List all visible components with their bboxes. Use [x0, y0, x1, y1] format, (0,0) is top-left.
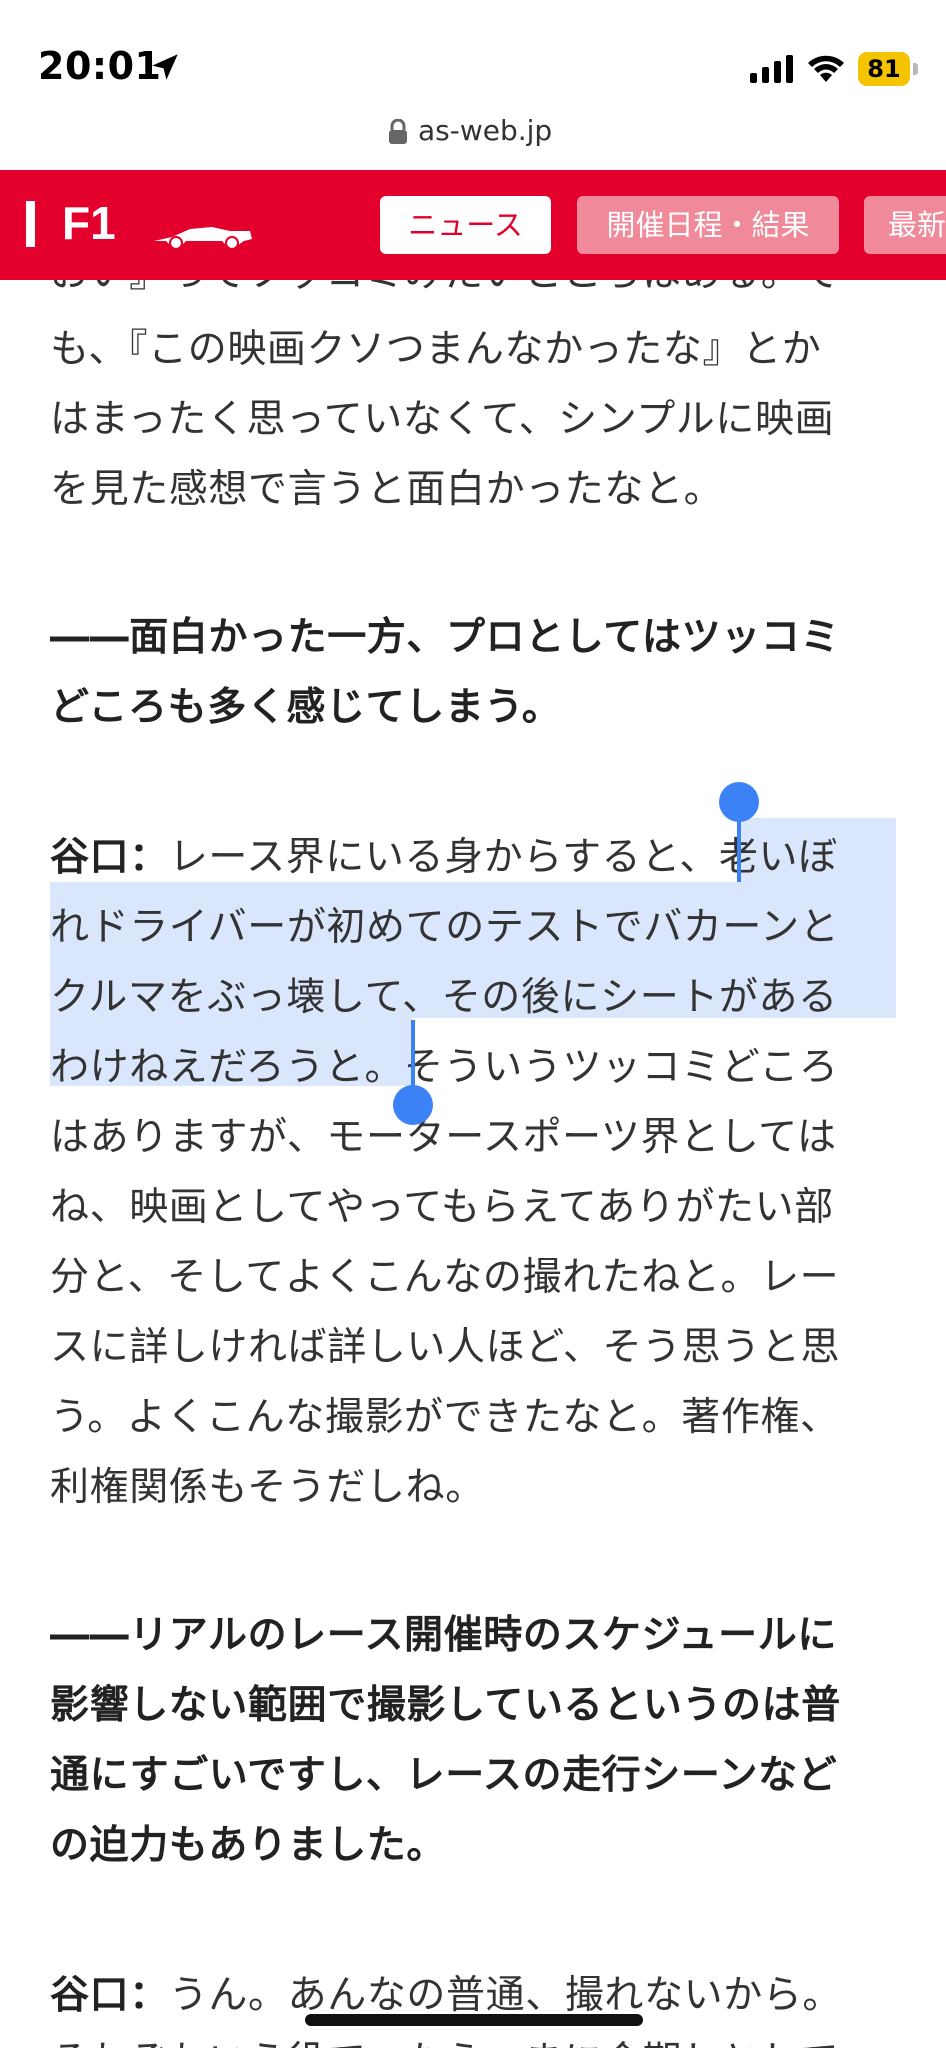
selection-end-handle[interactable]: [393, 1085, 433, 1125]
cellular-signal-icon: [750, 55, 793, 83]
home-indicator[interactable]: [305, 2014, 643, 2026]
location-arrow-icon: [152, 54, 178, 80]
url-domain[interactable]: as-web.jp: [418, 114, 552, 147]
interview-question: 影響しない範囲で撮影しているというのは普: [50, 1683, 841, 1728]
article-text-line: 谷口：うん。あんなの普通、撮れないから。: [50, 1973, 843, 2018]
article-text-line: 利権関係もそうだしね。: [50, 1465, 485, 1510]
article-text-line: スに詳しければ詳しい人ほど、そう思うと思: [50, 1325, 841, 1370]
article-text-line: はありますが、モータースポーツ界としては: [50, 1115, 837, 1160]
article-text-line: も、『この映画クソつまんなかったな』とか: [50, 327, 822, 372]
interview-question: 通にすごいですし、レースの走行シーンなど: [50, 1753, 838, 1798]
speaker-name: 谷口：: [50, 1973, 169, 2018]
battery-indicator: 81: [858, 52, 920, 86]
article-text-line: 分と、そしてよくこんなの撮れたねと。レー: [50, 1255, 840, 1300]
article-text-line: 谷口：レース界にいる身からすると、老いぼ: [50, 835, 838, 880]
site-header: F1 ニュース 開催日程・結果 最新: [0, 170, 946, 280]
interview-question: ――リアルのレース開催時のスケジュールに: [50, 1613, 837, 1658]
article-text-line[interactable]: わけねえだろうと。そういうツッコミどころ: [50, 1036, 839, 1092]
interview-question: どころも多く感じてしまう。: [50, 685, 562, 730]
article-text-line: はまったく思っていなくて、シンプルに映画: [50, 397, 835, 442]
tab-schedule-results[interactable]: 開催日程・結果: [577, 196, 839, 254]
interview-question: ――面白かった一方、プロとしてはツッコミ: [50, 615, 841, 660]
f1-car-icon: [154, 227, 252, 250]
article-text-line[interactable]: クルマをぶっ壊して、その後にシートがある: [50, 966, 838, 1022]
brand-logo[interactable]: F1: [62, 196, 116, 250]
wifi-icon: [808, 55, 844, 82]
battery-tip: [913, 63, 918, 75]
article-text-line[interactable]: れドライバーが初めてのテストでバカーンと: [50, 896, 839, 952]
lock-icon: [389, 119, 407, 144]
article-text-line: う。よくこんな撮影ができたなと。著作権、: [50, 1395, 840, 1440]
selection-start-handle[interactable]: [719, 782, 759, 822]
battery-level: 81: [858, 52, 910, 86]
tab-latest[interactable]: 最新: [864, 196, 946, 254]
interview-question: の迫力もありました。: [50, 1823, 447, 1868]
status-time: 20:01: [38, 44, 162, 88]
article-text-line: それぞれいう役で、たえーまに会期しとして: [50, 2030, 839, 2048]
article-text-line: ね、映画としてやってもらえてありがたい部: [50, 1185, 834, 1230]
brand-accent-bar: [26, 201, 35, 247]
article-text-line: を見た感想で言うと面白かったなと。: [50, 467, 724, 512]
status-bar: 20:01 81: [0, 0, 946, 110]
speaker-name: 谷口：: [50, 835, 169, 880]
tab-news[interactable]: ニュース: [380, 196, 551, 254]
